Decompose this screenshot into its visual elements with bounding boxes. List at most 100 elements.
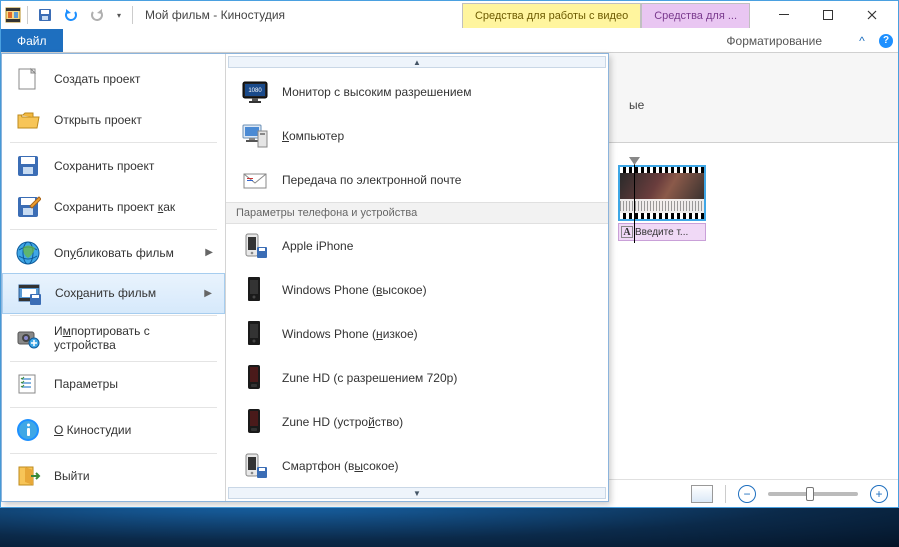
label: Сохранить проект bbox=[54, 159, 154, 173]
label: Создать проект bbox=[54, 72, 140, 86]
phone-icon bbox=[240, 276, 268, 304]
label: Сохранить фильм bbox=[55, 286, 156, 300]
file-menu-import[interactable]: Импортировать с устройства bbox=[2, 318, 225, 359]
submenu-email[interactable]: Передача по электронной почте bbox=[226, 158, 608, 202]
chevron-right-icon: ▶ bbox=[204, 288, 212, 299]
qat-redo-button[interactable] bbox=[86, 4, 108, 26]
zoom-out-button[interactable]: − bbox=[738, 485, 756, 503]
caption-text: Введите т... bbox=[635, 227, 688, 238]
truncated-label: ые bbox=[629, 98, 644, 112]
minimize-button[interactable] bbox=[762, 1, 806, 29]
file-menu-save-as[interactable]: Сохранить проект как bbox=[2, 186, 225, 227]
file-menu-left: Создать проект Открыть проект Сохранить … bbox=[2, 54, 226, 501]
separator bbox=[27, 6, 28, 24]
text-icon: A bbox=[621, 226, 633, 238]
label: Zune HD (устройство) bbox=[282, 415, 403, 429]
file-tab[interactable]: Файл bbox=[1, 29, 63, 52]
app-icon bbox=[5, 7, 21, 23]
zune-icon bbox=[240, 408, 268, 436]
qat-save-button[interactable] bbox=[34, 4, 56, 26]
publish-icon bbox=[14, 239, 42, 267]
file-menu-new[interactable]: Создать проект bbox=[2, 58, 225, 99]
label: Apple iPhone bbox=[282, 239, 353, 253]
label: Передача по электронной почте bbox=[282, 173, 461, 187]
scroll-down-button[interactable]: ▼ bbox=[228, 487, 606, 499]
zoom-in-button[interactable]: + bbox=[870, 485, 888, 503]
desktop-background bbox=[0, 508, 899, 547]
zune-icon bbox=[240, 364, 268, 392]
label: Windows Phone (низкое) bbox=[282, 327, 418, 341]
file-menu-about[interactable]: О Киностудии bbox=[2, 410, 225, 451]
close-button[interactable] bbox=[850, 1, 894, 29]
label: Смартфон (высокое) bbox=[282, 459, 399, 473]
save-movie-icon bbox=[15, 279, 43, 307]
collapse-ribbon-button[interactable]: ^ bbox=[850, 29, 874, 52]
file-menu-save[interactable]: Сохранить проект bbox=[2, 145, 225, 186]
save-movie-submenu: 1080 Монитор с высоким разрешением Компь… bbox=[226, 70, 608, 485]
submenu-hd-monitor[interactable]: 1080 Монитор с высоким разрешением bbox=[226, 70, 608, 114]
zoom-slider[interactable] bbox=[768, 492, 858, 496]
import-icon bbox=[14, 324, 42, 352]
submenu-zune-device[interactable]: Zune HD (устройство) bbox=[226, 400, 608, 444]
label: Открыть проект bbox=[54, 113, 142, 127]
email-icon bbox=[240, 166, 268, 194]
thumbnail-size-button[interactable] bbox=[691, 485, 713, 503]
svg-text:1080: 1080 bbox=[248, 88, 262, 94]
label: Параметры bbox=[54, 377, 118, 391]
label: Zune HD (с разрешением 720p) bbox=[282, 371, 457, 385]
options-icon bbox=[14, 370, 42, 398]
label: Опубликовать фильм bbox=[54, 246, 174, 260]
computer-icon bbox=[240, 122, 268, 150]
context-tabs: Средства для работы с видео Средства для… bbox=[462, 3, 750, 28]
file-menu-publish[interactable]: Опубликовать фильм ▶ bbox=[2, 232, 225, 273]
maximize-button[interactable] bbox=[806, 1, 850, 29]
label: Монитор с высоким разрешением bbox=[282, 85, 471, 99]
save-as-icon bbox=[14, 193, 42, 221]
context-tab-video[interactable]: Средства для работы с видео bbox=[462, 3, 641, 28]
submenu-wp-high[interactable]: Windows Phone (высокое) bbox=[226, 268, 608, 312]
playhead[interactable] bbox=[634, 161, 635, 243]
smartphone-icon bbox=[240, 452, 268, 480]
submenu-zune-720p[interactable]: Zune HD (с разрешением 720p) bbox=[226, 356, 608, 400]
exit-icon bbox=[14, 462, 42, 490]
file-menu-save-movie[interactable]: Сохранить фильм ▶ bbox=[2, 273, 225, 314]
file-menu-exit[interactable]: Выйти bbox=[2, 456, 225, 497]
window-controls bbox=[762, 1, 894, 29]
phone-icon bbox=[240, 320, 268, 348]
titlebar: ▾ Мой фильм - Киностудия Средства для ра… bbox=[1, 1, 898, 29]
qat-customize-button[interactable]: ▾ bbox=[112, 4, 126, 26]
label: Windows Phone (высокое) bbox=[282, 283, 427, 297]
iphone-icon bbox=[240, 232, 268, 260]
scroll-up-button[interactable]: ▲ bbox=[228, 56, 606, 68]
timeline-clips: A Введите т... bbox=[618, 165, 706, 241]
ribbon-tabs: Файл Форматирование ^ ? bbox=[1, 29, 898, 53]
file-menu: Создать проект Открыть проект Сохранить … bbox=[1, 53, 609, 502]
file-menu-options[interactable]: Параметры bbox=[2, 364, 225, 405]
app-window: ▾ Мой фильм - Киностудия Средства для ра… bbox=[0, 0, 899, 508]
label: Импортировать с устройства bbox=[54, 324, 213, 352]
submenu-computer[interactable]: Компьютер bbox=[226, 114, 608, 158]
label: Выйти bbox=[54, 469, 90, 483]
separator bbox=[132, 6, 133, 24]
info-icon bbox=[14, 416, 42, 444]
label: Сохранить проект как bbox=[54, 200, 175, 214]
submenu-section-header: Параметры телефона и устройства bbox=[226, 202, 608, 224]
caption-clip[interactable]: A Введите т... bbox=[618, 223, 706, 241]
chevron-right-icon: ▶ bbox=[205, 247, 213, 258]
video-clip[interactable] bbox=[618, 165, 706, 221]
file-menu-open[interactable]: Открыть проект bbox=[2, 99, 225, 140]
new-project-icon bbox=[14, 65, 42, 93]
format-tab[interactable]: Форматирование bbox=[698, 29, 850, 52]
separator bbox=[725, 485, 726, 503]
context-tab-other[interactable]: Средства для ... bbox=[641, 3, 750, 28]
window-title: Мой фильм - Киностудия bbox=[145, 8, 285, 22]
submenu-iphone[interactable]: Apple iPhone bbox=[226, 224, 608, 268]
help-button[interactable]: ? bbox=[874, 29, 898, 52]
submenu-smartphone-high[interactable]: Смартфон (высокое) bbox=[226, 444, 608, 485]
file-menu-right: ▲ 1080 Монитор с высоким разрешением Ком… bbox=[226, 54, 608, 501]
label: О Киностудии bbox=[54, 423, 131, 437]
submenu-wp-low[interactable]: Windows Phone (низкое) bbox=[226, 312, 608, 356]
open-icon bbox=[14, 106, 42, 134]
label: Компьютер bbox=[282, 129, 344, 143]
qat-undo-button[interactable] bbox=[60, 4, 82, 26]
